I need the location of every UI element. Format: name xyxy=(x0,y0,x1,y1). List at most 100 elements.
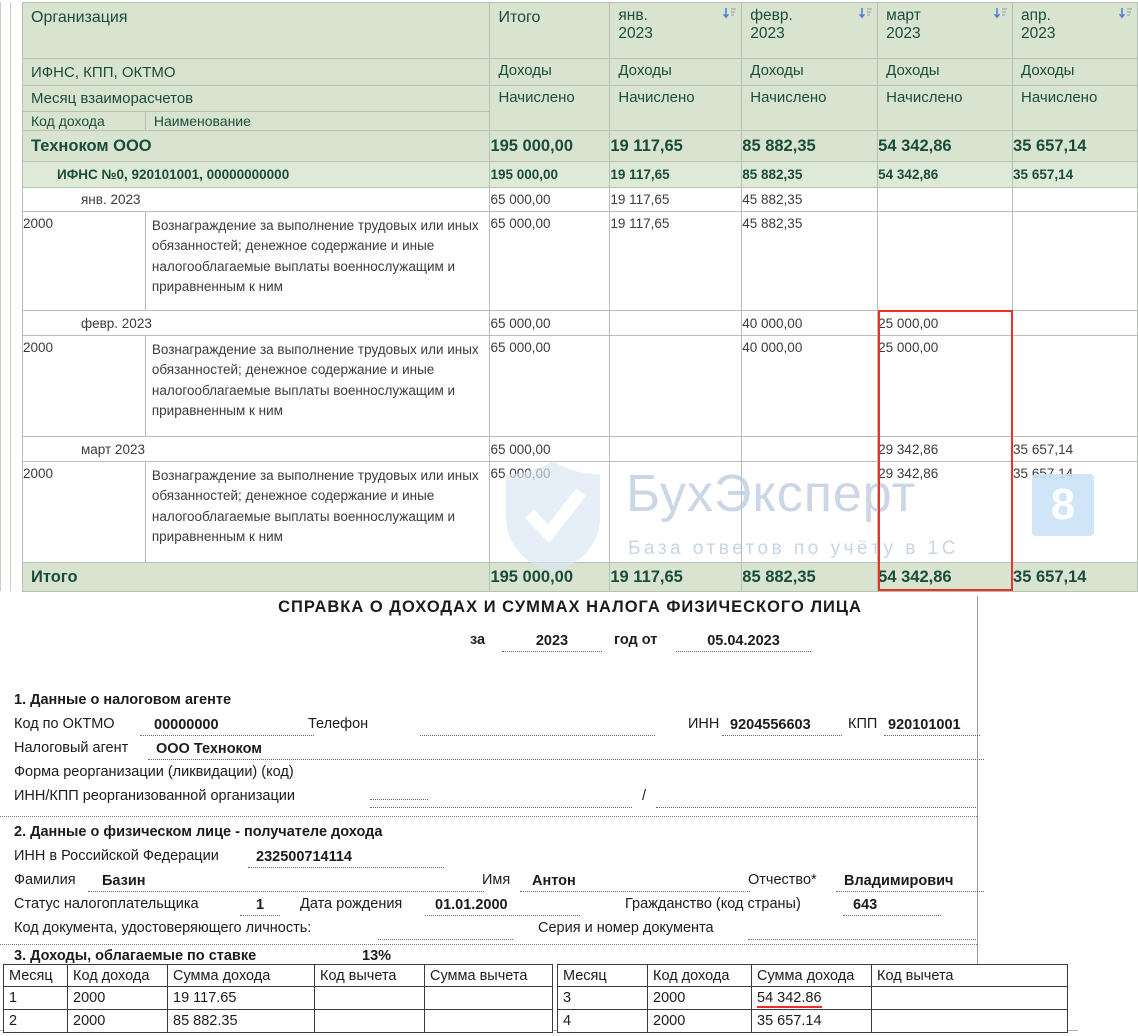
report-value-cell: 54 342,86 xyxy=(878,131,1013,162)
month-label: март xyxy=(886,7,921,25)
month-cell: 4 xyxy=(558,1010,648,1033)
month-group-label: янв. 2023 xyxy=(23,188,490,212)
column-header-mar-2023[interactable]: март 2023 xyxy=(878,3,1013,59)
org-name: Техноком ООО xyxy=(23,131,490,162)
column-header-feb-2023[interactable]: февр. 2023 xyxy=(742,3,878,59)
row-tax-agent: Налоговый агент ООО Техноком xyxy=(0,740,977,762)
reorg-inn-label: ИНН/КПП реорганизованной организации xyxy=(14,788,295,804)
report-value-cell xyxy=(1013,336,1138,437)
row-oktmo-phone-inn-kpp: Код по ОКТМО 00000000 Телефон ИНН 920455… xyxy=(0,716,977,738)
report-value-cell xyxy=(610,336,742,437)
report-value-cell xyxy=(1013,212,1138,311)
month-cell: 2 xyxy=(4,1010,68,1033)
income-report-panel: Организация Итого янв. 2023 февр. 2023 м… xyxy=(0,0,1138,591)
subheader-accrued: Начислено xyxy=(1013,86,1138,131)
income-code: 2000 xyxy=(23,336,146,437)
col-month: Месяц xyxy=(4,965,68,987)
subheader-accrued: Начислено xyxy=(878,86,1013,131)
amount-cell: 19 117.65 xyxy=(168,987,315,1010)
report-value-cell xyxy=(610,311,742,336)
period-date-value: 05.04.2023 xyxy=(676,632,811,652)
month-label: янв. xyxy=(618,7,648,25)
subheader-incomes: Доходы xyxy=(610,59,742,86)
deduction-code-cell xyxy=(872,987,1068,1010)
report-row-month: март 2023 65 000,00 29 342,86 35 657,14 xyxy=(23,437,1138,462)
column-header-jan-2023[interactable]: янв. 2023 xyxy=(610,3,742,59)
row-reorganization: Форма реорганизации (ликвидации) (код) xyxy=(0,764,977,786)
section1-heading: 1. Данные о налоговом агенте xyxy=(14,692,231,708)
section3-heading: 3. Доходы, облагаемые по ставке xyxy=(14,948,256,964)
code-cell: 2000 xyxy=(68,987,168,1010)
income-name: Вознаграждение за выполнение трудовых ил… xyxy=(145,462,490,563)
report-row-income-code: 2000 Вознаграждение за выполнение трудов… xyxy=(23,336,1138,437)
citizenship-value: 643 xyxy=(843,896,941,916)
sort-desc-icon[interactable] xyxy=(1118,7,1133,25)
reorg-kpp-value xyxy=(656,788,976,808)
income-code: 2000 xyxy=(23,462,146,563)
firstname-label: Имя xyxy=(482,872,510,888)
amount-cell-highlighted: 54 342.86 xyxy=(752,987,872,1010)
month-cell: 3 xyxy=(558,987,648,1010)
report-value-cell xyxy=(610,437,742,462)
1c-report-and-certificate-screen: Организация Итого янв. 2023 февр. 2023 м… xyxy=(0,0,1138,1036)
kpp-label: КПП xyxy=(848,716,877,732)
sort-desc-icon[interactable] xyxy=(722,7,737,25)
deduction-code-cell xyxy=(315,987,425,1010)
report-value-cell xyxy=(878,188,1013,212)
report-value-cell: 54 342,86 xyxy=(878,162,1013,188)
code-cell: 2000 xyxy=(68,1010,168,1033)
doc-code-label: Код документа, удостоверяющего личность: xyxy=(14,920,311,936)
column-header-apr-2023[interactable]: апр. 2023 xyxy=(1013,3,1138,59)
report-value-cell: 65 000,00 xyxy=(490,437,610,462)
col-income-code: Код дохода xyxy=(68,965,168,987)
oktmo-label: Код по ОКТМО xyxy=(14,716,115,732)
report-value-cell: 65 000,00 xyxy=(490,336,610,437)
doc-serial-label: Серия и номер документа xyxy=(538,920,714,936)
birthdate-value: 01.01.2000 xyxy=(425,896,580,916)
report-value-cell xyxy=(878,212,1013,311)
report-value-cell xyxy=(610,462,742,563)
deduction-sum-cell xyxy=(425,1010,553,1033)
col-month: Месяц xyxy=(558,965,648,987)
subheader-settlement-month: Месяц взаиморасчетов xyxy=(23,86,490,112)
phone-label: Телефон xyxy=(308,716,368,732)
report-value-cell xyxy=(742,437,878,462)
deduction-code-cell xyxy=(315,1010,425,1033)
person-inn-label: ИНН в Российской Федерации xyxy=(14,848,219,864)
period-middle: год от xyxy=(614,632,657,648)
birthdate-label: Дата рождения xyxy=(300,896,402,912)
income-table-left: Месяц Код дохода Сумма дохода Код вычета… xyxy=(3,964,553,1033)
report-value-cell: 35 657,14 xyxy=(1013,162,1138,188)
tax-rate-value: 13% xyxy=(362,948,391,964)
report-value-cell: 195 000,00 xyxy=(490,563,610,592)
income-row: 3 2000 54 342.86 xyxy=(558,987,1068,1010)
taxpayer-status-value: 1 xyxy=(240,896,280,916)
grand-total-label: Итого xyxy=(23,563,490,592)
agent-label: Налоговый агент xyxy=(14,740,128,756)
period-year-value: 2023 xyxy=(502,632,602,652)
month-year: 2023 xyxy=(886,25,1008,43)
subheader-ifns-kpp-oktmo: ИФНС, КПП, ОКТМО xyxy=(23,59,490,86)
report-value-cell: 45 882,35 xyxy=(742,212,878,311)
sort-desc-icon[interactable] xyxy=(858,7,873,25)
kpp-value: 920101001 xyxy=(884,716,980,736)
income-name: Вознаграждение за выполнение трудовых ил… xyxy=(145,212,490,311)
amount-cell: 35 657.14 xyxy=(752,1010,872,1033)
col-deduction-sum: Сумма вычета xyxy=(425,965,553,987)
income-row: 4 2000 35 657.14 xyxy=(558,1010,1068,1033)
sort-desc-icon[interactable] xyxy=(993,7,1008,25)
report-value-cell xyxy=(742,462,878,563)
subheader-incomes: Доходы xyxy=(742,59,878,86)
report-value-cell: 65 000,00 xyxy=(490,212,610,311)
subheader-incomes: Доходы xyxy=(878,59,1013,86)
subheader-accrued: Начислено xyxy=(490,86,610,131)
reorg-inn-value xyxy=(370,788,632,808)
amount-cell: 85 882.35 xyxy=(168,1010,315,1033)
row-reorg-inn-kpp: ИНН/КПП реорганизованной организации / xyxy=(0,788,977,810)
report-value-cell: 85 882,35 xyxy=(742,131,878,162)
firstname-value: Антон xyxy=(520,872,750,892)
certificate-period-line: за 2023 год от 05.04.2023 xyxy=(0,632,977,654)
month-year: 2023 xyxy=(750,25,873,43)
deduction-code-cell xyxy=(872,1010,1068,1033)
month-year: 2023 xyxy=(618,25,737,43)
